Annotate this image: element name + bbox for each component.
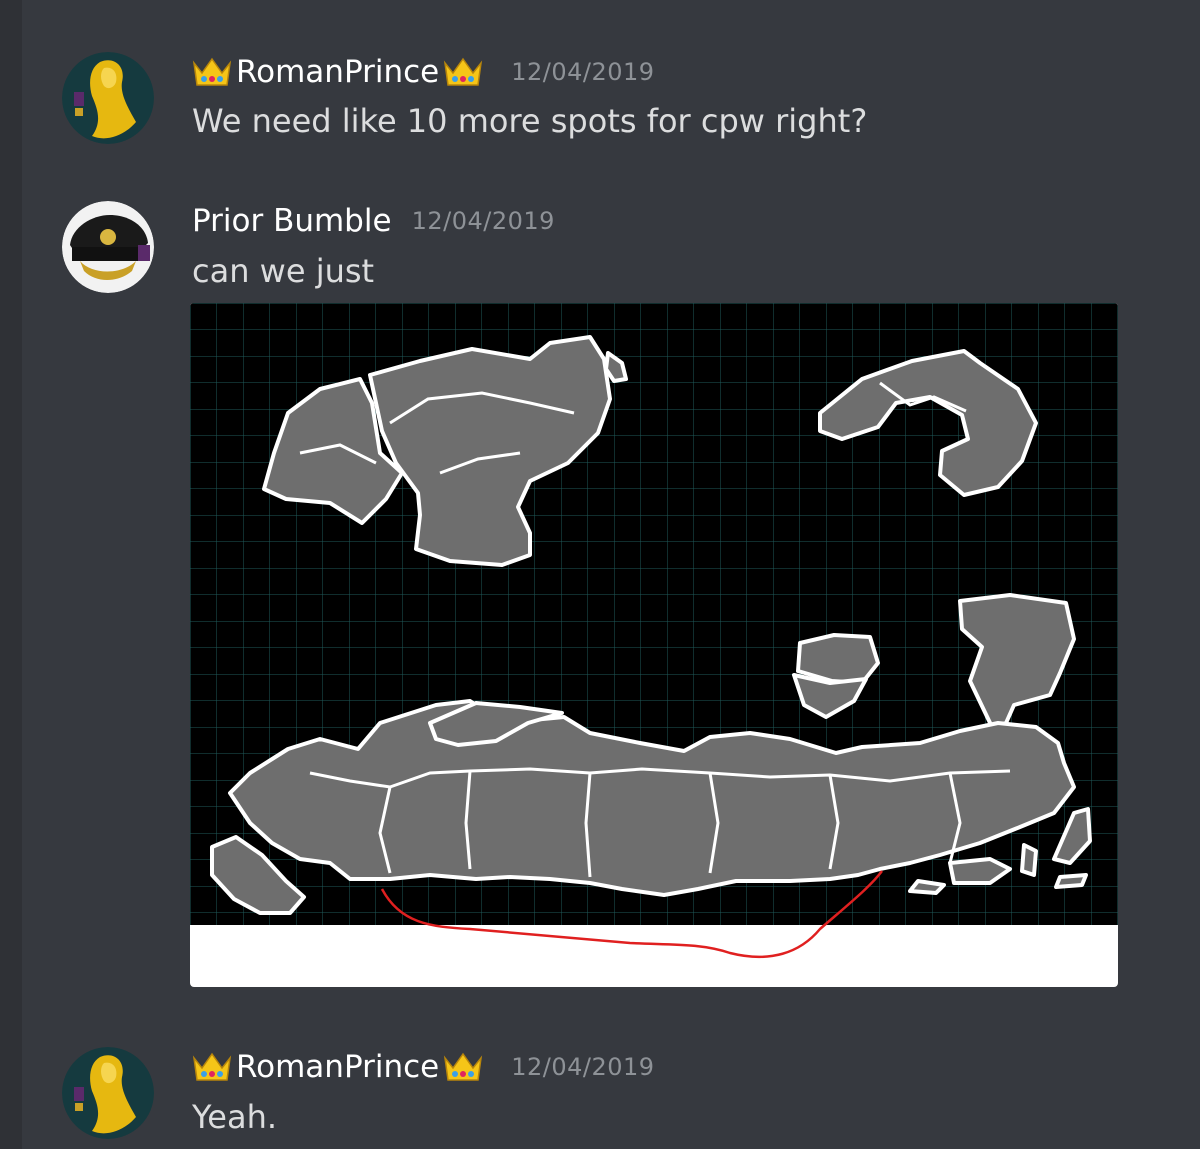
- timestamp: 12/04/2019: [511, 58, 655, 86]
- username[interactable]: RomanPrince 12/04/2019: [192, 1049, 655, 1085]
- avatar[interactable]: [62, 201, 154, 293]
- username[interactable]: RomanPrince 12/04/2019: [192, 54, 655, 90]
- timestamp: 12/04/2019: [511, 1053, 655, 1081]
- message-text: We need like 10 more spots for cpw right…: [192, 102, 868, 140]
- crown-icon: [443, 1050, 483, 1084]
- officer-cap-avatar-icon: [62, 201, 154, 293]
- avatar[interactable]: [62, 52, 154, 144]
- crown-icon: [192, 55, 232, 89]
- avatar[interactable]: [62, 1047, 154, 1139]
- map-image-icon: [190, 303, 1118, 959]
- timestamp: 12/04/2019: [411, 207, 555, 235]
- server-sidebar-edge: [0, 0, 22, 1149]
- username-text[interactable]: Prior Bumble: [192, 203, 392, 239]
- golden-figure-avatar-icon: [62, 52, 154, 144]
- golden-figure-avatar-icon: [62, 1047, 154, 1139]
- username-text[interactable]: RomanPrince: [236, 54, 439, 90]
- message-text: can we just: [192, 252, 375, 290]
- crown-icon: [192, 1050, 232, 1084]
- crown-icon: [443, 55, 483, 89]
- username[interactable]: Prior Bumble 12/04/2019: [192, 203, 555, 239]
- username-text[interactable]: RomanPrince: [236, 1049, 439, 1085]
- image-attachment[interactable]: [190, 303, 1118, 987]
- message-text: Yeah.: [192, 1098, 278, 1136]
